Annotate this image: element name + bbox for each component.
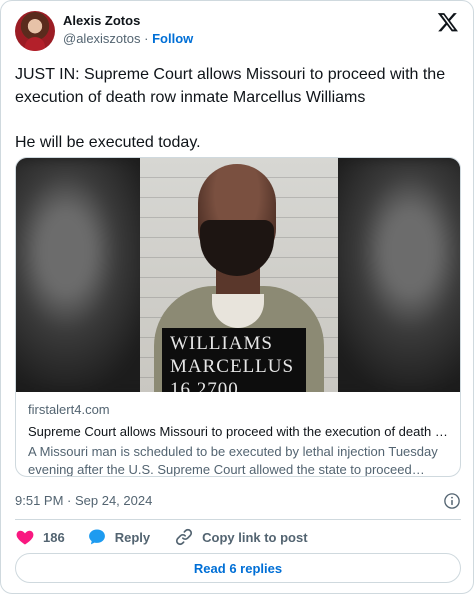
copy-link-label: Copy link to post — [202, 529, 308, 545]
author-handle-row: @alexiszotos · Follow — [63, 31, 193, 47]
link-title[interactable]: Supreme Court allows Missouri to proceed… — [28, 423, 448, 440]
reply-label: Reply — [114, 529, 151, 545]
placard-line: MARCELLUS — [170, 356, 295, 377]
read-replies-button[interactable]: Read 6 replies — [15, 553, 461, 583]
copy-link-button[interactable]: Copy link to post — [174, 527, 308, 547]
timestamp-row: 9:51 PM · Sep 24, 2024 — [15, 491, 461, 511]
like-button[interactable]: 186 — [15, 527, 65, 547]
divider — [15, 519, 461, 520]
x-logo-icon[interactable] — [437, 11, 459, 33]
link-preview-card[interactable]: WILLIAMS MARCELLUS 16 2700 firstalert4.c… — [15, 157, 461, 477]
avatar[interactable] — [15, 11, 55, 51]
author-handle[interactable]: @alexiszotos — [63, 31, 141, 46]
heart-icon — [16, 530, 34, 545]
post-text: JUST IN: Supreme Court allows Missouri t… — [15, 63, 461, 154]
blurred-background-left — [16, 158, 156, 392]
placard-line: 16 2700 — [170, 379, 239, 392]
link-icon — [176, 528, 193, 546]
link-preview-meta: firstalert4.com Supreme Court allows Mis… — [16, 392, 460, 477]
link-preview-image[interactable]: WILLIAMS MARCELLUS 16 2700 — [16, 158, 460, 392]
post-actions: 186 Reply Copy link to post — [15, 525, 461, 549]
handle-separator: · — [144, 31, 149, 46]
post-timestamp[interactable]: 9:51 PM · Sep 24, 2024 — [15, 493, 152, 508]
post-header: Alexis Zotos @alexiszotos · Follow — [15, 11, 459, 55]
reply-button[interactable]: Reply — [87, 527, 150, 547]
placard-line: WILLIAMS — [170, 333, 273, 354]
blurred-background-right — [320, 158, 460, 392]
link-domain: firstalert4.com — [28, 402, 110, 417]
info-icon[interactable] — [443, 492, 461, 510]
link-description: A Missouri man is scheduled to be execut… — [28, 444, 438, 477]
post-text-paragraph: JUST IN: Supreme Court allows Missouri t… — [15, 66, 446, 106]
speech-bubble-icon — [88, 529, 105, 545]
author-name[interactable]: Alexis Zotos — [63, 13, 140, 29]
mugshot-photo: WILLIAMS MARCELLUS 16 2700 — [140, 158, 338, 392]
like-count: 186 — [43, 529, 65, 545]
post-text-paragraph: He will be executed today. — [15, 134, 201, 151]
follow-button[interactable]: Follow — [152, 31, 193, 46]
name-placard: WILLIAMS MARCELLUS 16 2700 — [162, 328, 306, 392]
embedded-post-card: Alexis Zotos @alexiszotos · Follow JUST … — [0, 0, 474, 594]
